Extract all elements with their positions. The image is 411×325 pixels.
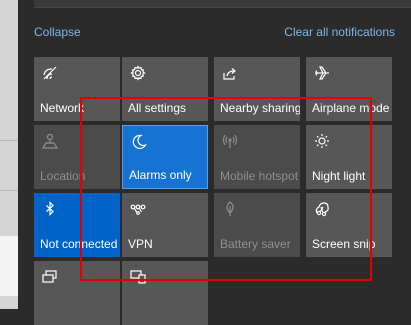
quick-action-screen-snip[interactable]: Screen snip bbox=[306, 193, 392, 257]
notification-area-edge bbox=[34, 0, 411, 8]
connect-icon bbox=[130, 269, 146, 285]
project-icon bbox=[42, 269, 58, 285]
tile-label: Mobile hotspot bbox=[220, 169, 299, 183]
quick-action-network[interactable]: Network bbox=[34, 57, 120, 121]
tile-label: All settings bbox=[128, 101, 187, 115]
quick-action-location[interactable]: Location bbox=[34, 125, 120, 189]
bluetooth-icon bbox=[42, 201, 58, 217]
tile-label: Not connected bbox=[40, 237, 118, 251]
background-window-edge bbox=[0, 0, 18, 309]
quick-action-nearby-sharing[interactable]: Nearby sharing bbox=[214, 57, 300, 121]
leaf-icon bbox=[222, 201, 238, 217]
gear-icon bbox=[130, 65, 146, 81]
tile-label: Battery saver bbox=[220, 237, 291, 251]
tile-label: Alarms only bbox=[129, 168, 192, 182]
location-icon bbox=[42, 133, 58, 149]
tile-label: Network bbox=[40, 101, 85, 115]
quick-action-night-light[interactable]: Night light bbox=[306, 125, 392, 189]
tile-label: Location bbox=[40, 169, 86, 183]
divider bbox=[0, 190, 18, 191]
quick-action-project[interactable] bbox=[34, 261, 120, 325]
tile-label: Screen snip bbox=[312, 237, 376, 251]
tile-label: Nearby sharing bbox=[220, 101, 300, 115]
quick-action-focus-assist[interactable]: Alarms only bbox=[122, 125, 208, 189]
snip-icon bbox=[314, 201, 330, 217]
quick-action-vpn[interactable]: VPN bbox=[122, 193, 208, 257]
quick-action-bluetooth[interactable]: Not connected bbox=[34, 193, 120, 257]
action-center-panel: Collapse Clear all notifications Network… bbox=[18, 0, 411, 325]
airplane-icon bbox=[314, 65, 330, 81]
divider bbox=[0, 140, 18, 141]
tile-label: Night light bbox=[312, 169, 366, 183]
sun-icon bbox=[314, 133, 330, 149]
quick-action-connect[interactable] bbox=[122, 261, 208, 325]
network-icon bbox=[42, 65, 58, 81]
background-window-panel bbox=[0, 236, 18, 296]
quick-action-all-settings[interactable]: All settings bbox=[122, 57, 208, 121]
tile-label: VPN bbox=[128, 237, 153, 251]
hotspot-icon bbox=[222, 133, 238, 149]
quick-action-mobile-hotspot[interactable]: Mobile hotspot bbox=[214, 125, 300, 189]
moon-icon bbox=[131, 134, 147, 150]
quick-action-battery-saver[interactable]: Battery saver bbox=[214, 193, 300, 257]
tile-label: Airplane mode bbox=[312, 101, 390, 115]
quick-action-airplane-mode[interactable]: Airplane mode bbox=[306, 57, 392, 121]
clear-all-notifications-link[interactable]: Clear all notifications bbox=[284, 25, 395, 39]
share-icon bbox=[222, 65, 238, 81]
vpn-icon bbox=[130, 201, 146, 217]
collapse-link[interactable]: Collapse bbox=[34, 25, 81, 39]
